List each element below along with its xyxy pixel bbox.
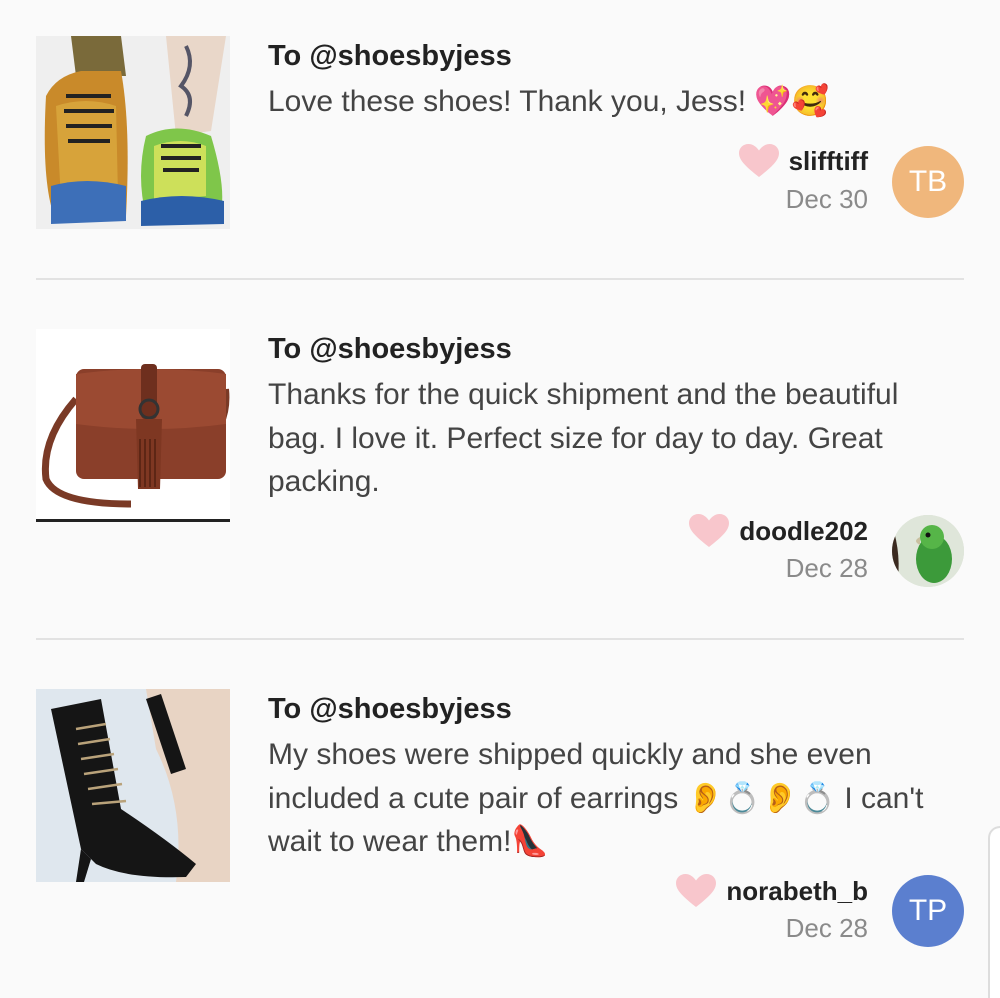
review-text: My shoes were shipped quickly and she ev… — [268, 738, 924, 858]
recipient-label: To @shoesbyjess — [268, 40, 512, 72]
review-text: Thanks for the quick shipment and the be… — [268, 378, 899, 498]
review-date: Dec 30 — [785, 184, 868, 214]
product-image[interactable] — [36, 689, 230, 882]
divider — [36, 278, 964, 280]
recipient-label: To @shoesbyjess — [268, 333, 512, 365]
reviewer-username[interactable]: norabeth_b — [726, 876, 868, 907]
reviewer-username[interactable]: doodle202 — [739, 516, 868, 547]
avatar-initials: TP — [908, 894, 948, 927]
heart-icon[interactable] — [689, 514, 730, 548]
scroll-edge[interactable] — [988, 826, 1000, 998]
avatar[interactable]: TB — [892, 146, 964, 218]
avatar[interactable] — [892, 515, 964, 587]
product-image[interactable] — [36, 329, 230, 522]
review-date: Dec 28 — [785, 913, 868, 943]
avatar-initials: TB — [908, 165, 948, 198]
parrot-avatar-icon — [892, 515, 964, 587]
avatar[interactable]: TP — [892, 875, 964, 947]
sneakers-image — [36, 36, 230, 229]
review-text: Love these shoes! Thank you, Jess! 💖🥰 — [268, 85, 830, 118]
review-date: Dec 28 — [785, 553, 868, 583]
boot-image — [36, 689, 230, 882]
bag-image — [36, 329, 230, 522]
reviewer-row: norabeth_b — [676, 874, 868, 908]
reviewer-row: doodle202 — [689, 514, 868, 548]
heart-icon[interactable] — [676, 874, 717, 908]
review-feed: To @shoesbyjess Love these shoes! Thank … — [0, 0, 1000, 998]
divider — [36, 638, 964, 640]
recipient-label: To @shoesbyjess — [268, 693, 512, 725]
heart-icon[interactable] — [738, 144, 779, 178]
reviewer-row: slifftiff — [738, 144, 868, 178]
product-image[interactable] — [36, 36, 230, 229]
reviewer-username[interactable]: slifftiff — [789, 146, 868, 177]
